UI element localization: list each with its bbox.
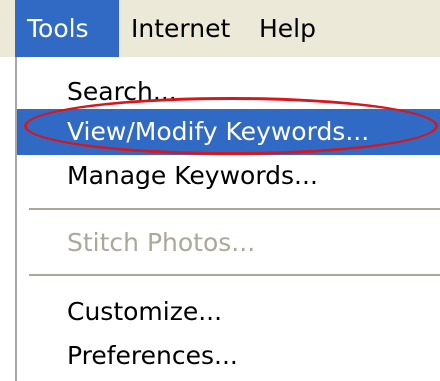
menubar-item-internet[interactable]: Internet (119, 0, 242, 57)
menubar-item-tools[interactable]: Tools (15, 0, 119, 57)
menu-bar: Tools Internet Help (0, 0, 440, 57)
menu-item-manage-keywords[interactable]: Manage Keywords... (17, 153, 440, 199)
menu-item-view-modify-keywords[interactable]: View/Modify Keywords... (17, 109, 440, 155)
menubar-item-help[interactable]: Help (247, 0, 328, 57)
menu-item-preferences[interactable]: Preferences... (17, 333, 440, 379)
tools-dropdown-menu: Search... View/Modify Keywords... Manage… (15, 57, 440, 381)
menu-separator (29, 274, 440, 276)
menu-separator (29, 208, 440, 210)
menu-item-customize[interactable]: Customize... (17, 289, 440, 335)
menu-item-stitch-photos: Stitch Photos... (67, 228, 256, 257)
